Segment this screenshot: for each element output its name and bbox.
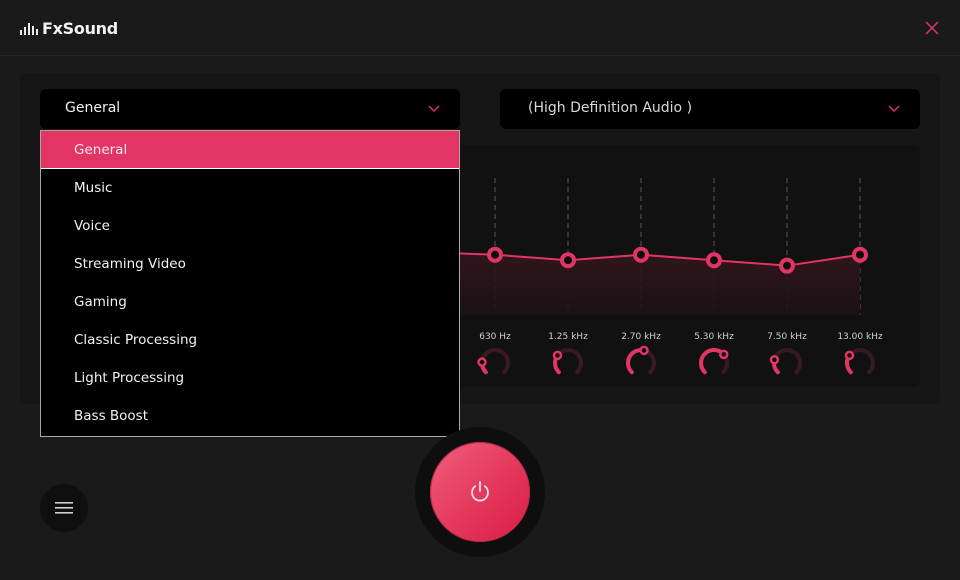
- close-icon: [925, 21, 939, 35]
- preset-dropdown-list: General Music Voice Streaming Video Gaming Cl…: [40, 130, 460, 437]
- band-handle[interactable]: [706, 252, 722, 269]
- band-handle[interactable]: [779, 257, 795, 274]
- equalizer-bars-icon: [20, 22, 38, 35]
- menu-button[interactable]: [40, 484, 88, 532]
- preset-option[interactable]: Light Processing: [41, 359, 459, 397]
- band-handle[interactable]: [633, 246, 649, 263]
- knob-handle[interactable]: [844, 350, 855, 361]
- band-handle[interactable]: [852, 246, 868, 263]
- band-frequency-label: 630 Hz: [479, 332, 511, 342]
- preset-option[interactable]: Classic Processing: [41, 321, 459, 359]
- preset-option[interactable]: General: [41, 131, 459, 169]
- preset-option[interactable]: Bass Boost: [41, 397, 459, 435]
- knob-handle[interactable]: [769, 355, 780, 365]
- band-handle[interactable]: [487, 246, 503, 263]
- band-handle[interactable]: [560, 252, 576, 269]
- preset-option[interactable]: Voice: [41, 207, 459, 245]
- app-title: FxSound: [42, 19, 118, 38]
- band-frequency-label: 1.25 kHz: [548, 332, 588, 342]
- preset-option[interactable]: Music: [41, 169, 459, 207]
- preset-select-value: General: [65, 100, 121, 116]
- hamburger-menu-icon: [55, 502, 73, 514]
- power-icon: [471, 481, 489, 502]
- knob-handle[interactable]: [639, 345, 649, 356]
- power-button[interactable]: [430, 442, 530, 542]
- app-logo: FxSound: [20, 19, 118, 38]
- device-select[interactable]: (High Definition Audio ): [500, 89, 920, 129]
- device-select-value: (High Definition Audio ): [528, 100, 693, 116]
- knob-handle[interactable]: [552, 350, 563, 361]
- close-button[interactable]: [922, 18, 942, 38]
- preset-option[interactable]: Streaming Video: [41, 245, 459, 283]
- preset-select[interactable]: General: [40, 89, 460, 129]
- preset-option[interactable]: Gaming: [41, 283, 459, 321]
- knob-handle[interactable]: [477, 357, 487, 367]
- knob-handle[interactable]: [719, 349, 729, 360]
- band-frequency-label: 7.50 kHz: [767, 332, 807, 342]
- band-frequency-label: 13.00 kHz: [837, 332, 883, 342]
- chevron-down-icon: [888, 105, 900, 112]
- chevron-down-icon: [428, 105, 440, 112]
- title-bar: FxSound: [0, 0, 960, 56]
- band-frequency-label: 5.30 kHz: [694, 332, 734, 342]
- band-frequency-label: 2.70 kHz: [621, 332, 661, 342]
